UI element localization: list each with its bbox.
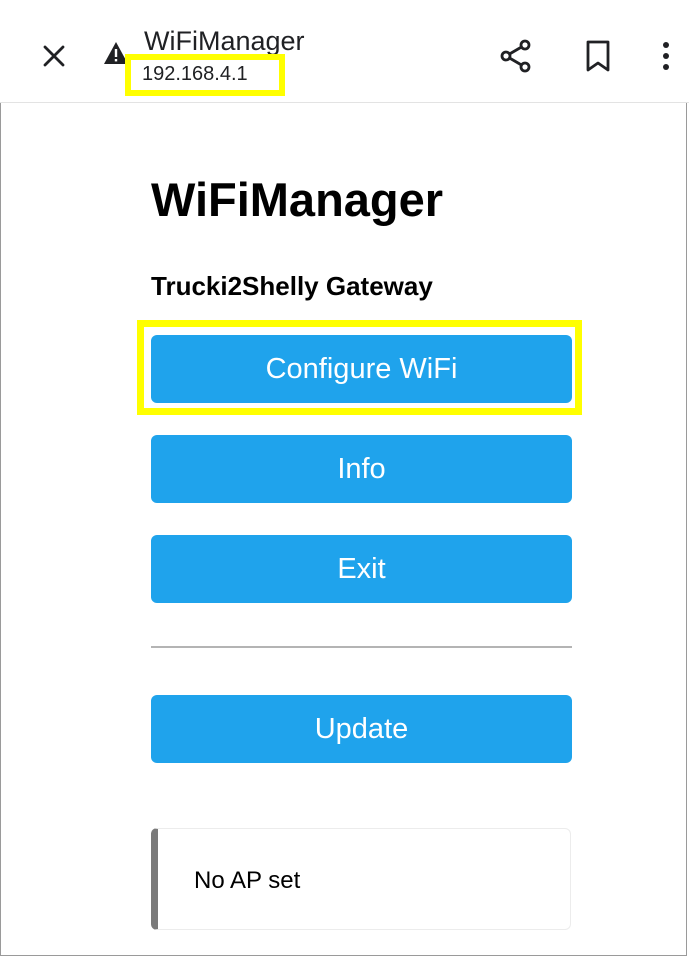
info-button[interactable]: Info	[151, 435, 572, 503]
bookmark-icon[interactable]	[583, 38, 613, 74]
tab-page-title: WiFiManager	[144, 26, 305, 56]
status-message: No AP set	[194, 867, 301, 894]
device-name: Trucki2Shelly Gateway	[151, 271, 433, 301]
divider	[151, 646, 572, 648]
url-text[interactable]: 192.168.4.1	[142, 62, 248, 86]
status-message-box: No AP set	[151, 828, 571, 930]
update-button[interactable]: Update	[151, 695, 572, 763]
more-vertical-icon[interactable]	[656, 38, 676, 74]
close-button[interactable]	[40, 42, 68, 70]
browser-toolbar: WiFiManager 192.168.4.1	[0, 0, 689, 103]
exit-button[interactable]: Exit	[151, 535, 572, 603]
close-icon	[43, 45, 65, 67]
configure-wifi-button[interactable]: Configure WiFi	[151, 335, 572, 403]
page-title: WiFiManager	[151, 173, 444, 226]
share-icon[interactable]	[498, 38, 534, 74]
